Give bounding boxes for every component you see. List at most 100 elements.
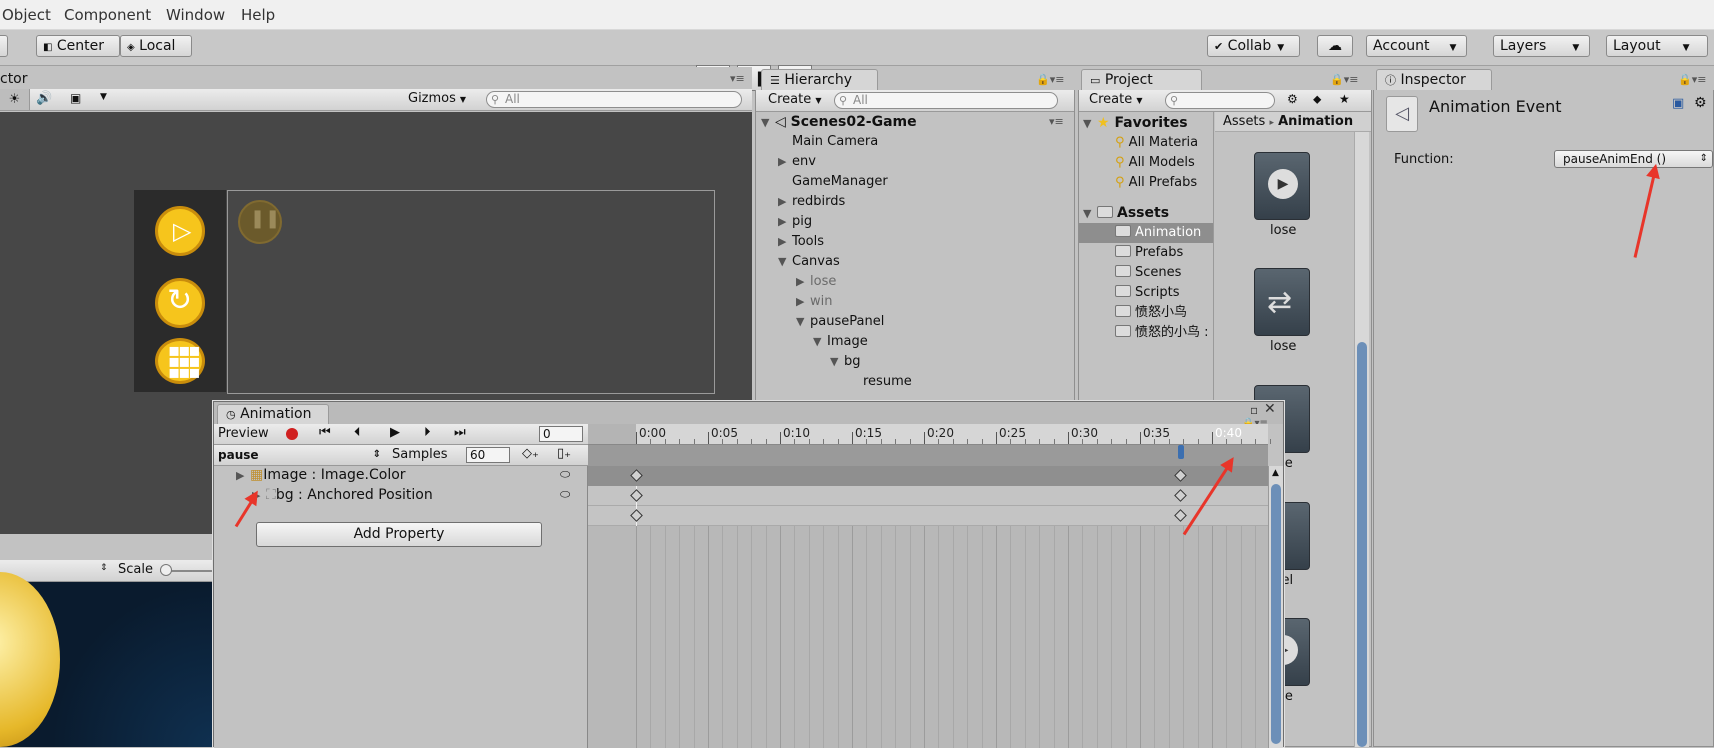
folder-item[interactable]: 愤怒的小鸟 :: [1115, 324, 1213, 342]
hierarchy-item[interactable]: ▼ bg: [830, 353, 861, 371]
folder-item[interactable]: Scripts: [1115, 284, 1179, 302]
record-icon[interactable]: [286, 428, 298, 440]
project-search-input[interactable]: ⚲: [1165, 92, 1275, 109]
assets-header[interactable]: ▼ Assets: [1083, 204, 1169, 223]
last-key-icon[interactable]: ⏭: [454, 425, 466, 440]
folder-item-animation[interactable]: Animation: [1115, 224, 1201, 242]
close-icon[interactable]: ✕: [1264, 401, 1276, 417]
hierarchy-item[interactable]: GameManager: [792, 173, 888, 191]
audio-icon[interactable]: 🔊: [36, 91, 52, 106]
animation-event-marker[interactable]: [1178, 445, 1184, 459]
image-effects-icon[interactable]: ▣: [70, 91, 81, 105]
timeline-ruler[interactable]: 0:00 0:05 0:10 0:15 0:20 0:25 0:30 0:35 0:40: [588, 424, 1271, 445]
hierarchy-item[interactable]: ▼ Image: [813, 333, 868, 351]
scrollbar-thumb[interactable]: [1271, 484, 1281, 744]
clip-dropdown[interactable]: pause ⇕: [218, 446, 383, 464]
dopesheet[interactable]: [588, 486, 1268, 748]
property-options-icon[interactable]: ⬭: [560, 467, 570, 482]
help-icon[interactable]: ▣: [1672, 96, 1684, 111]
hierarchy-item[interactable]: ▶ lose: [796, 273, 836, 291]
frame-input[interactable]: 0: [539, 426, 583, 442]
preview-button[interactable]: Preview: [218, 426, 269, 441]
function-dropdown[interactable]: pauseAnimEnd () ⇕: [1554, 150, 1713, 168]
add-event-icon[interactable]: ▯₊: [557, 446, 571, 461]
property-row[interactable]: ▶⛶bg : Anchored Position: [252, 486, 433, 505]
favorite-item[interactable]: ⚲ All Materia: [1115, 134, 1198, 152]
asset-label: lose: [1270, 339, 1297, 354]
label-icon[interactable]: ⬥: [1313, 92, 1321, 107]
hierarchy-item[interactable]: ▶ Tools: [778, 233, 824, 251]
hierarchy-item[interactable]: Main Camera: [792, 133, 878, 151]
hierarchy-item[interactable]: ▶ win: [796, 293, 832, 311]
add-property-button[interactable]: Add Property: [256, 522, 542, 547]
keyframe-diamond[interactable]: [1174, 469, 1187, 482]
hierarchy-item[interactable]: ▼ pausePanel: [796, 313, 884, 331]
collab-dropdown[interactable]: ✔ Collab ▼: [1207, 35, 1300, 57]
folder-item[interactable]: Scenes: [1115, 264, 1181, 282]
samples-input[interactable]: 60: [466, 447, 510, 463]
first-key-icon[interactable]: ⏮: [319, 425, 331, 440]
account-dropdown[interactable]: Account ▼: [1366, 35, 1467, 57]
sun-icon[interactable]: ☀: [0, 89, 30, 110]
hierarchy-item[interactable]: ▶ env: [778, 153, 816, 171]
ruler-minor-tick: [909, 439, 911, 444]
favorites-header[interactable]: ▼ ★ Favorites: [1083, 114, 1188, 133]
lock-icon[interactable]: 🔒▾≡: [1678, 73, 1706, 86]
hierarchy-item[interactable]: resume: [863, 373, 912, 391]
play-icon[interactable]: ▶: [390, 425, 400, 440]
hierarchy-item[interactable]: ▼ Canvas: [778, 253, 840, 271]
project-scrollbar[interactable]: [1354, 132, 1369, 747]
lock-icon[interactable]: 🔒▾≡: [1330, 73, 1358, 86]
scale-slider-thumb[interactable]: [160, 564, 172, 576]
cloud-button[interactable]: ☁: [1317, 35, 1353, 57]
folder-item[interactable]: Prefabs: [1115, 244, 1183, 262]
pivot-local-button[interactable]: ◈ Local: [120, 35, 192, 57]
favorite-item[interactable]: ⚲ All Models: [1115, 154, 1195, 172]
panel-menu-icon[interactable]: ▾≡: [730, 72, 745, 85]
hierarchy-item[interactable]: ▶ pig: [778, 213, 812, 231]
menu-object[interactable]: Object: [2, 6, 51, 24]
star-icon[interactable]: ★: [1339, 92, 1350, 106]
chevron-up-down-icon[interactable]: ⇕: [100, 563, 108, 573]
scene-menu-icon[interactable]: ▾≡: [1049, 115, 1064, 128]
prev-key-icon[interactable]: ⏴: [354, 425, 361, 440]
animation-scrollbar[interactable]: ▲: [1268, 466, 1283, 748]
breadcrumb-root[interactable]: Assets: [1223, 114, 1265, 129]
gizmos-dropdown[interactable]: Gizmos ▼: [408, 91, 466, 106]
next-key-icon[interactable]: ⏵: [424, 425, 431, 440]
breadcrumb-current[interactable]: Animation: [1278, 114, 1353, 129]
property-options-icon[interactable]: ⬭: [560, 487, 570, 502]
property-row[interactable]: ▶ ▦Image : Image.Color: [236, 466, 406, 485]
favorite-item[interactable]: ⚲ All Prefabs: [1115, 174, 1197, 192]
property-list: ▶ ▦Image : Image.Color ⬭ ▶⛶bg : Anchored …: [214, 466, 588, 748]
filter-type-icon[interactable]: ⚙: [1287, 92, 1298, 106]
hierarchy-item[interactable]: ▶ redbirds: [778, 193, 845, 211]
tab-animation[interactable]: ◷ Animation: [217, 404, 329, 424]
layout-dropdown[interactable]: Layout ▼: [1606, 35, 1708, 57]
scene-root[interactable]: ▼ ◁ Scenes02-Game: [761, 113, 917, 132]
menu-help[interactable]: Help: [241, 6, 275, 24]
folder-item[interactable]: 愤怒小鸟: [1115, 304, 1187, 322]
project-create-button[interactable]: Create ▼: [1089, 92, 1143, 107]
gear-icon[interactable]: ⚙: [1694, 95, 1707, 111]
pivot-center-button[interactable]: ◧ Center: [36, 35, 120, 57]
hierarchy-create-button[interactable]: Create ▼: [768, 92, 822, 107]
chevron-down-icon[interactable]: ▼: [100, 92, 107, 102]
lock-icon[interactable]: 🔒▾≡: [1036, 73, 1064, 86]
menu-window[interactable]: Window: [166, 6, 225, 24]
clip-controls: pause ⇕ Samples 60 ◇₊ ▯₊: [214, 445, 588, 466]
hierarchy-search-input[interactable]: ⚲ All: [834, 92, 1058, 109]
tab-hierarchy[interactable]: ☰ Hierarchy: [761, 69, 878, 91]
scrollbar-thumb[interactable]: [1357, 342, 1367, 747]
menu-component[interactable]: Component: [64, 6, 151, 24]
maximize-icon[interactable]: ▫: [1250, 403, 1258, 417]
layers-dropdown[interactable]: Layers ▼: [1493, 35, 1590, 57]
keyframe-diamond[interactable]: [630, 469, 643, 482]
transform-tool-button[interactable]: [0, 35, 8, 57]
add-keyframe-icon[interactable]: ◇₊: [522, 446, 539, 461]
tab-inspector[interactable]: ⓘ Inspector: [1376, 69, 1492, 91]
tab-project[interactable]: ▭ Project: [1081, 69, 1202, 91]
item-label: Scripts: [1135, 285, 1180, 300]
scene-search-input[interactable]: ⚲ All: [486, 91, 742, 108]
event-lane[interactable]: [588, 445, 1268, 466]
